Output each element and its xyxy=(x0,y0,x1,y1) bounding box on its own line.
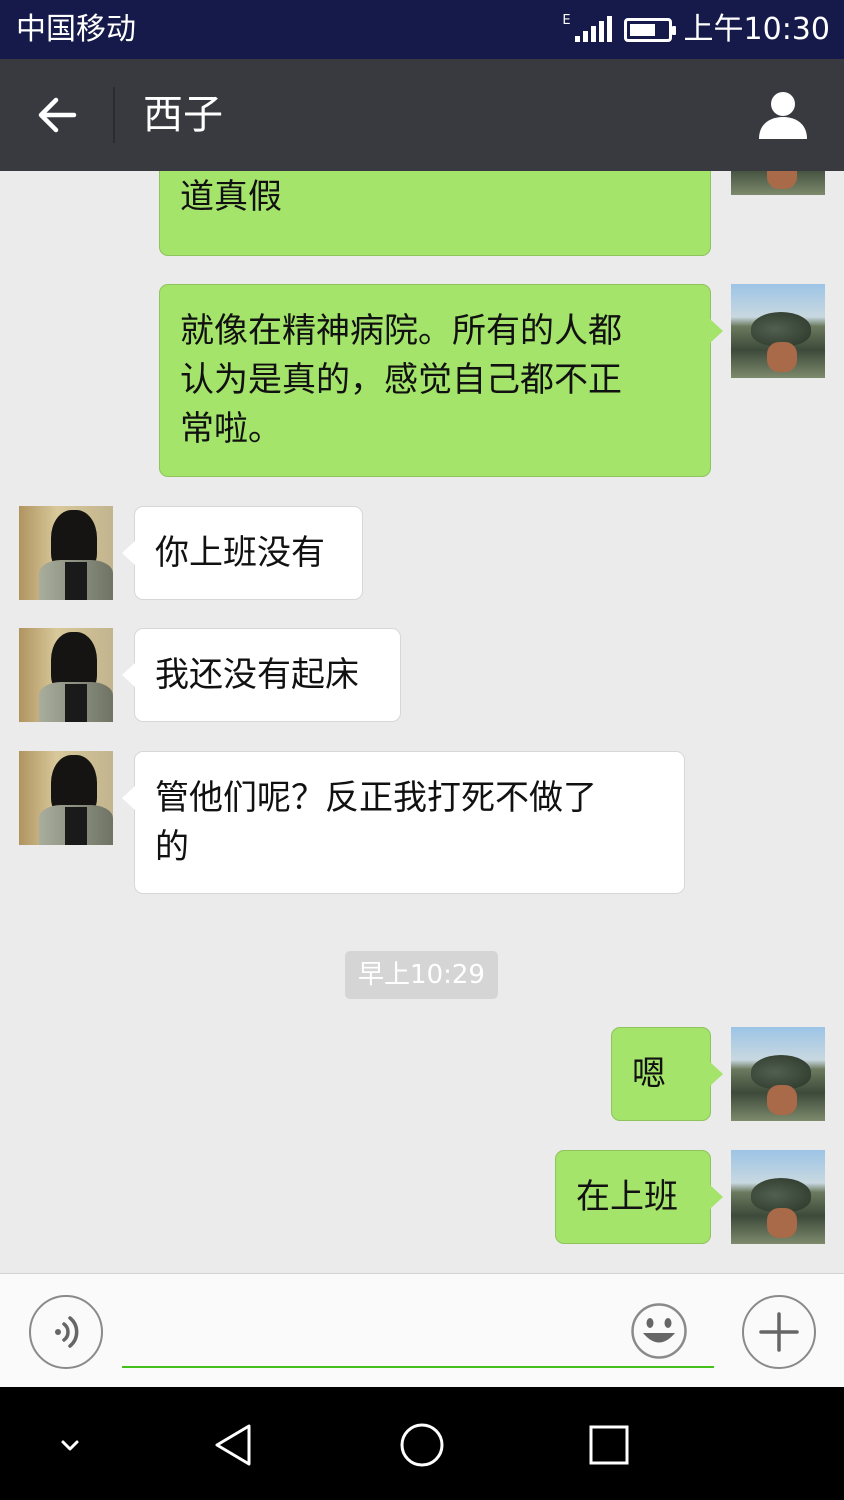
my-avatar[interactable] xyxy=(731,284,825,378)
plus-icon xyxy=(759,1312,799,1352)
battery-level xyxy=(629,24,655,36)
square-recents-icon xyxy=(589,1425,629,1465)
carrier-name: 中国移动 xyxy=(16,12,136,47)
message-input-bar xyxy=(0,1273,844,1387)
profile-button[interactable] xyxy=(752,85,814,145)
nav-back-button[interactable] xyxy=(204,1415,264,1475)
outgoing-message-bubble[interactable]: 就像在精神病院。所有的人都 认为是真的，感觉自己都不正 常啦。 xyxy=(159,284,723,477)
status-bar: 中国移动 E 上午10:30 xyxy=(0,0,844,59)
outgoing-message-bubble[interactable]: 在上班 xyxy=(555,1150,723,1244)
message-timestamp: 早上10:29 xyxy=(345,951,498,999)
circle-home-icon xyxy=(400,1423,444,1467)
triangle-back-icon xyxy=(215,1424,251,1466)
incoming-message-bubble[interactable]: 管他们呢？反正我打死不做了 的 xyxy=(122,751,685,894)
network-type: E xyxy=(562,12,571,28)
system-navigation-bar xyxy=(0,1387,844,1500)
chat-message-list[interactable]: 真真假假，谁没有的人也不知 道真假 就像在精神病院。所有的人都 认为是真的，感觉… xyxy=(0,171,844,1273)
chat-header: 西子 xyxy=(0,59,844,171)
more-options-button[interactable] xyxy=(742,1295,816,1369)
battery-icon xyxy=(623,18,676,42)
contact-name: 西子 xyxy=(143,92,223,138)
contact-avatar[interactable] xyxy=(19,506,113,600)
outgoing-message-bubble[interactable]: 真真假假，谁没有的人也不知 道真假 xyxy=(159,171,711,256)
status-indicators: E 上午10:30 xyxy=(562,10,830,50)
message-text-input[interactable] xyxy=(122,1298,714,1368)
contact-avatar[interactable] xyxy=(19,751,113,845)
person-icon xyxy=(759,92,807,139)
emoji-icon xyxy=(631,1303,687,1359)
incoming-message-bubble[interactable]: 你上班没有 xyxy=(122,506,363,600)
back-button[interactable] xyxy=(22,85,92,145)
nav-recents-button[interactable] xyxy=(579,1415,639,1475)
nav-hide-button[interactable] xyxy=(40,1415,100,1475)
header-divider xyxy=(113,87,115,143)
my-avatar[interactable] xyxy=(731,171,825,195)
signal-icon xyxy=(574,16,612,42)
my-avatar[interactable] xyxy=(731,1027,825,1121)
contact-avatar[interactable] xyxy=(19,628,113,722)
chevron-down-icon xyxy=(61,1440,79,1451)
arrow-left-icon xyxy=(38,97,77,133)
voice-icon xyxy=(55,1316,79,1348)
clock-time: 上午10:30 xyxy=(683,12,830,47)
incoming-message-bubble[interactable]: 我还没有起床 xyxy=(122,628,401,722)
emoji-button[interactable] xyxy=(630,1302,688,1360)
nav-home-button[interactable] xyxy=(392,1415,452,1475)
voice-input-button[interactable] xyxy=(29,1295,103,1369)
my-avatar[interactable] xyxy=(731,1150,825,1244)
outgoing-message-bubble[interactable]: 嗯 xyxy=(611,1027,723,1121)
